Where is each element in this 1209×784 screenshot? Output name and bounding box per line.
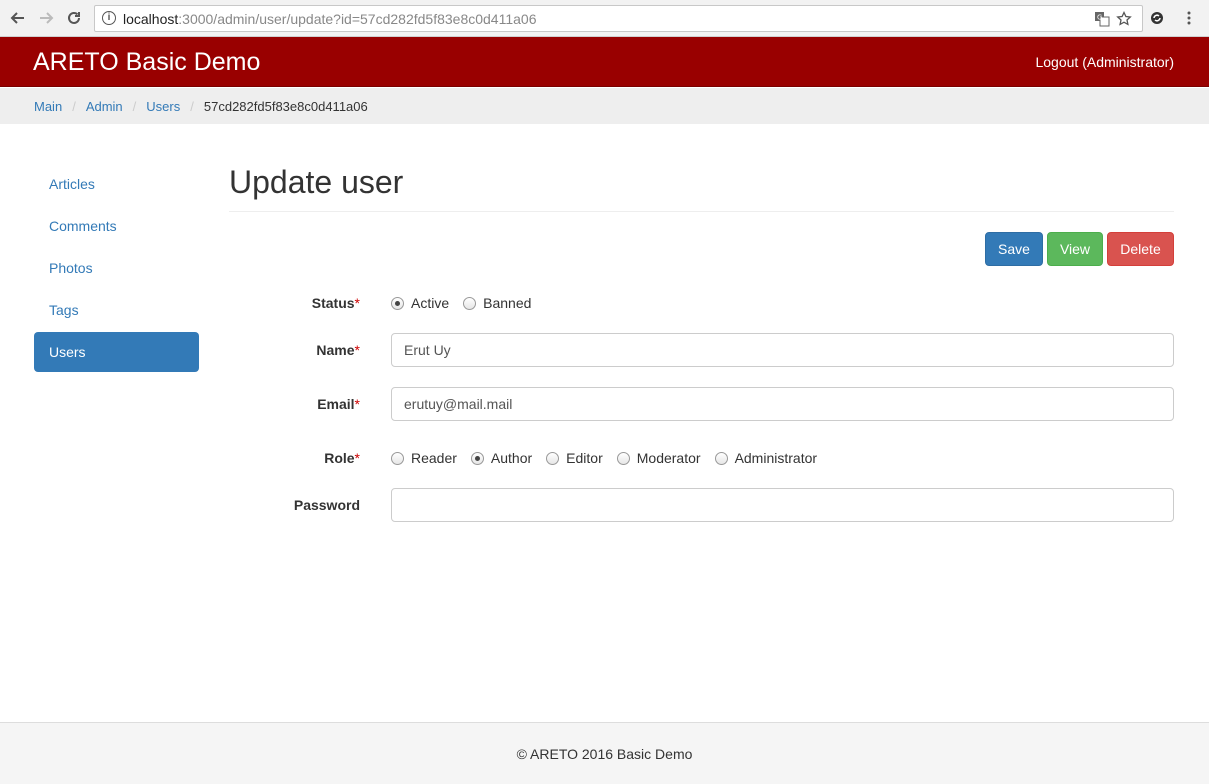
- radio-unchecked-icon[interactable]: [714, 451, 728, 465]
- brand-link[interactable]: ARETO Basic Demo: [33, 48, 260, 77]
- breadcrumb-main[interactable]: Main: [34, 99, 62, 114]
- breadcrumb-users[interactable]: Users: [146, 99, 180, 114]
- status-label-text: Status: [311, 295, 355, 311]
- sidebar-item-tags[interactable]: Tags: [34, 290, 199, 330]
- required-mark: *: [354, 295, 360, 311]
- email-field[interactable]: erutuy@mail.mail: [391, 387, 1174, 421]
- radio-label: Administrator: [734, 450, 818, 466]
- bookmark-star-icon[interactable]: [1115, 10, 1133, 28]
- radio-checked-icon[interactable]: [470, 451, 484, 465]
- save-button[interactable]: Save: [985, 232, 1043, 266]
- top-navbar: ARETO Basic Demo Logout (Administrator): [0, 37, 1209, 87]
- kebab-menu-icon: [1187, 11, 1191, 25]
- breadcrumb-admin[interactable]: Admin: [86, 99, 123, 114]
- required-mark: *: [354, 450, 360, 466]
- logout-link[interactable]: Logout (Administrator): [1035, 54, 1174, 70]
- name-field[interactable]: Erut Uy: [391, 333, 1174, 367]
- name-label: Name*: [229, 342, 360, 358]
- role-option-administrator[interactable]: Administrator: [714, 450, 818, 466]
- breadcrumb-separator: /: [132, 99, 137, 114]
- email-label: Email*: [229, 396, 360, 412]
- translate-icon[interactable]: G: [1093, 10, 1111, 28]
- page-title: Update user: [229, 164, 404, 200]
- radio-checked-icon[interactable]: [391, 296, 404, 310]
- role-label-text: Role: [324, 450, 355, 466]
- sidebar-item-comments[interactable]: Comments: [34, 206, 199, 246]
- view-button[interactable]: View: [1047, 232, 1103, 266]
- svg-text:G: G: [1097, 14, 1102, 22]
- status-radio-group: Active Banned: [391, 295, 545, 311]
- reload-icon: [68, 11, 80, 24]
- sidebar-nav: Articles Comments Photos Tags Users: [34, 164, 199, 374]
- sidebar-item-users[interactable]: Users: [34, 332, 199, 372]
- email-label-text: Email: [317, 396, 355, 412]
- breadcrumb-bar: Main / Admin / Users / 57cd282fd5f83e8c0…: [0, 88, 1209, 124]
- radio-unchecked-icon[interactable]: [616, 451, 630, 465]
- breadcrumb-separator: /: [72, 99, 76, 114]
- url-host: localhost: [123, 11, 179, 27]
- name-label-text: Name: [316, 342, 355, 358]
- reload-button[interactable]: [63, 7, 85, 29]
- sync-icon: [1151, 12, 1163, 24]
- required-mark: *: [354, 342, 360, 358]
- radio-label: Active: [411, 295, 450, 311]
- radio-label: Moderator: [636, 450, 701, 466]
- sidebar-item-photos[interactable]: Photos: [34, 248, 199, 288]
- role-label: Role*: [229, 450, 360, 466]
- breadcrumb-current: 57cd282fd5f83e8c0d411a06: [203, 99, 368, 114]
- sidebar-item-articles[interactable]: Articles: [34, 164, 199, 204]
- role-option-editor[interactable]: Editor: [546, 450, 603, 466]
- password-field[interactable]: [391, 488, 1174, 522]
- forward-button[interactable]: [35, 7, 57, 29]
- title-divider: [229, 211, 1174, 212]
- back-arrow-icon: [10, 12, 24, 24]
- required-mark: *: [354, 396, 360, 412]
- info-icon[interactable]: i: [102, 11, 116, 25]
- status-label: Status*: [229, 295, 360, 311]
- radio-label: Editor: [566, 450, 603, 466]
- radio-label: Author: [490, 450, 533, 466]
- forward-arrow-icon: [40, 12, 54, 24]
- back-button[interactable]: [7, 7, 29, 29]
- delete-button[interactable]: Delete: [1107, 232, 1174, 266]
- radio-unchecked-icon[interactable]: [546, 451, 560, 465]
- browser-toolbar: i localhost:3000/admin/user/update?id=57…: [0, 0, 1209, 37]
- browser-menu-button[interactable]: [1178, 7, 1200, 29]
- radio-label: Reader: [411, 450, 457, 466]
- role-option-moderator[interactable]: Moderator: [616, 450, 701, 466]
- radio-unchecked-icon[interactable]: [463, 296, 477, 310]
- radio-unchecked-icon[interactable]: [391, 451, 404, 465]
- url-path: :3000/admin/user/update?id=57cd282fd5f83…: [178, 11, 537, 27]
- password-label: Password: [293, 497, 360, 513]
- breadcrumb: Main / Admin / Users / 57cd282fd5f83e8c0…: [34, 99, 368, 114]
- radio-label: Banned: [483, 295, 532, 311]
- footer-copyright: © ARETO 2016 Basic Demo: [516, 746, 693, 762]
- role-option-author[interactable]: Author: [470, 450, 533, 466]
- role-option-reader[interactable]: Reader: [391, 450, 457, 466]
- role-radio-group: Reader Author Editor Moderator Administr…: [391, 450, 831, 466]
- breadcrumb-separator: /: [190, 99, 194, 114]
- status-option-banned[interactable]: Banned: [463, 295, 531, 311]
- status-option-active[interactable]: Active: [391, 295, 449, 311]
- extension-button[interactable]: [1146, 7, 1168, 29]
- address-bar[interactable]: i localhost:3000/admin/user/update?id=57…: [94, 5, 1143, 32]
- url-text[interactable]: localhost:3000/admin/user/update?id=57cd…: [123, 11, 536, 27]
- footer: © ARETO 2016 Basic Demo: [0, 722, 1209, 784]
